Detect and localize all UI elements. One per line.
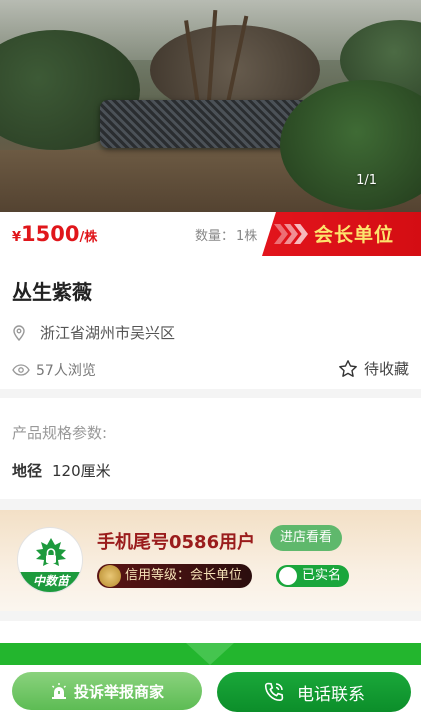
call-button[interactable]: 电话联系 [217, 672, 411, 712]
quantity-value: 1株 [236, 229, 258, 244]
phone-icon [264, 682, 284, 702]
view-count: 57人浏览 [12, 360, 96, 380]
spec-section: 产品规格参数: 地径 120厘米 [0, 398, 421, 499]
view-count-text: 57人浏览 [36, 363, 96, 379]
banner-notch [186, 643, 234, 665]
maple-leaf-lock-icon [36, 538, 66, 566]
alarm-light-icon [51, 683, 66, 699]
credit-level-badge: 信用等级：会长单位 [97, 564, 253, 588]
green-banner [0, 643, 421, 665]
report-label: 投诉举报商家 [73, 682, 164, 701]
member-level-text: 会长单位 [314, 224, 395, 246]
product-photo[interactable]: 1/1 [0, 0, 421, 212]
product-title: 丛生紫薇 [12, 280, 92, 304]
product-location: 浙江省湖州市吴兴区 [12, 322, 175, 343]
visit-store-button[interactable]: 进店看看 [270, 525, 342, 551]
verified-badge: 已实名 [276, 565, 350, 587]
price-unit: /株 [79, 230, 98, 245]
favorite-label: 待收藏 [363, 360, 409, 378]
call-label: 电话联系 [297, 684, 365, 705]
seller-logo[interactable]: 中数苗 [17, 527, 83, 593]
favorite-button[interactable]: 待收藏 [338, 358, 409, 379]
medal-icon [99, 565, 121, 587]
chevron-right-icon [274, 224, 288, 244]
verified-text: 已实名 [302, 568, 342, 583]
eye-icon [12, 364, 30, 376]
price-currency: ¥ [12, 230, 22, 245]
price-value: 1500 [21, 222, 80, 246]
location-text: 浙江省湖州市吴兴区 [40, 324, 176, 342]
location-pin-icon [13, 324, 25, 341]
product-detail-page: 1/1 ¥1500/株 数量： 1株 会长单位 丛生紫薇 浙江省湖州市吴兴区 5… [0, 0, 421, 715]
member-level-badge: 会长单位 [262, 212, 421, 256]
user-check-icon [279, 567, 297, 585]
price: ¥1500/株 [12, 222, 97, 246]
seller-name: 手机尾号0586用户 [97, 532, 256, 553]
seller-card: 中数苗 手机尾号0586用户 进店看看 信用等级：会长单位 已实名 [0, 510, 421, 611]
star-icon [339, 359, 357, 377]
quantity: 数量： 1株 [195, 225, 257, 244]
product-info: 丛生紫薇 浙江省湖州市吴兴区 57人浏览 待收藏 [0, 256, 421, 389]
image-counter: 1/1 [356, 173, 377, 188]
credit-level-text: 信用等级：会长单位 [125, 568, 243, 583]
spec-heading: 产品规格参数: [12, 424, 108, 442]
photo-root-wrap [100, 100, 310, 148]
report-merchant-button[interactable]: 投诉举报商家 [12, 672, 202, 710]
spec-key: 地径 [12, 462, 43, 480]
spec-row: 地径 120厘米 [12, 460, 111, 481]
spec-value: 120厘米 [52, 462, 111, 480]
quantity-label: 数量： [195, 229, 235, 244]
seller-logo-text: 中数苗 [18, 572, 82, 592]
price-bar: ¥1500/株 数量： 1株 会长单位 [0, 212, 421, 256]
